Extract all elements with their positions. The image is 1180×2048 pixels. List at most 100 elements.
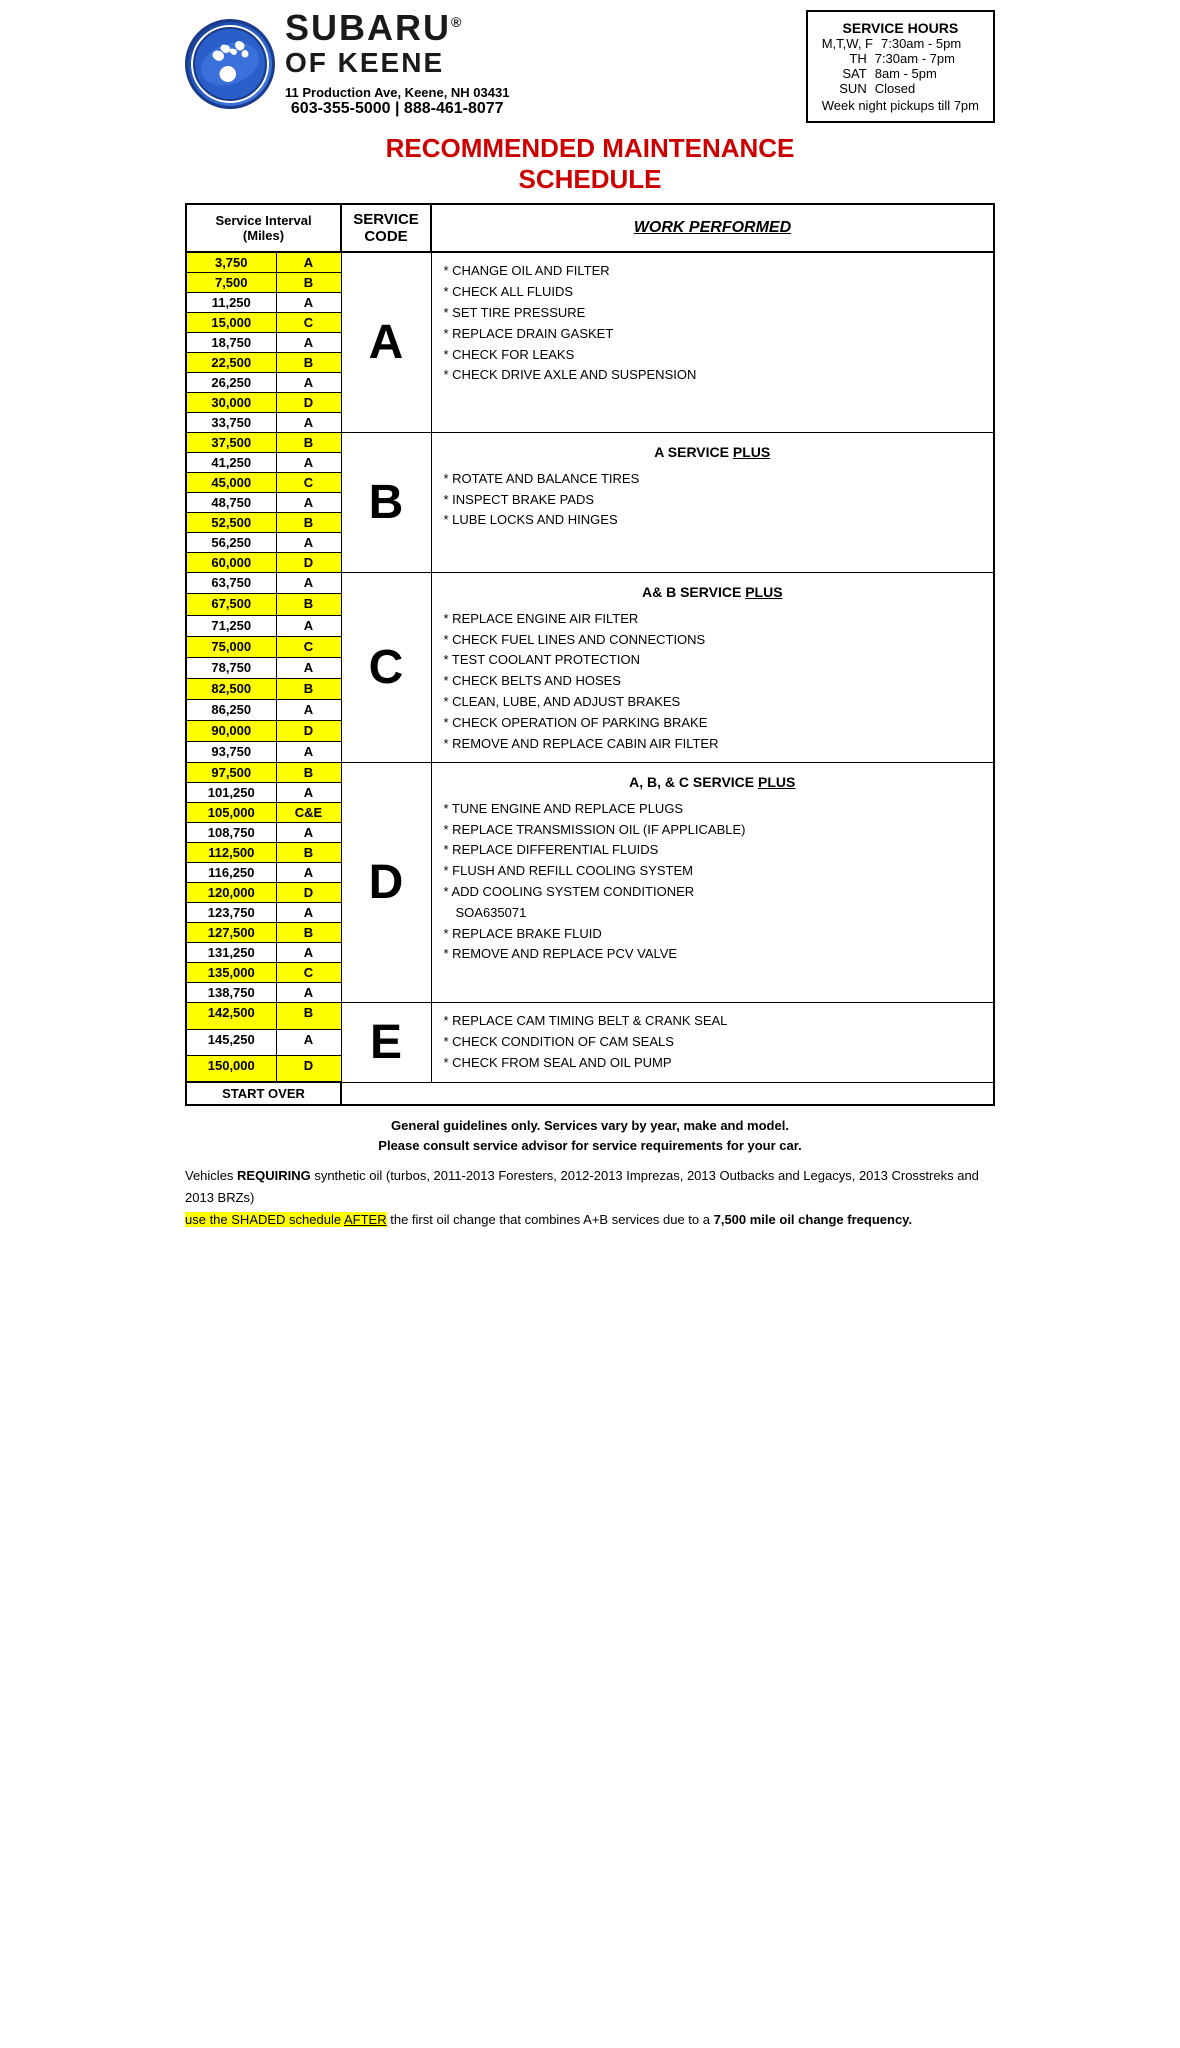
interval-miles: 116,250 — [186, 863, 276, 883]
work-item: * CHECK ALL FLUIDS — [444, 282, 982, 303]
schedule-title: RECOMMENDED MAINTENANCE SCHEDULE — [185, 133, 995, 195]
interval-miles: 52,500 — [186, 513, 276, 533]
work-item: * REMOVE AND REPLACE PCV VALVE — [444, 944, 982, 965]
interval-code: A — [276, 783, 341, 803]
service-letter-A: A — [341, 252, 431, 433]
work-item: * ADD COOLING SYSTEM CONDITIONER — [444, 882, 982, 903]
interval-code: A — [276, 373, 341, 393]
interval-miles: 60,000 — [186, 553, 276, 573]
logo-section: SUBARU® OF KEENE 11 Production Ave, Keen… — [185, 10, 509, 118]
subaru-brand: SUBARU® — [285, 10, 509, 46]
interval-miles: 26,250 — [186, 373, 276, 393]
frequency-bold: 7,500 mile oil change frequency. — [714, 1212, 912, 1227]
interval-code: A — [276, 453, 341, 473]
work-item: * ROTATE AND BALANCE TIRES — [444, 469, 982, 490]
interval-code: A — [276, 1029, 341, 1055]
interval-miles: 108,750 — [186, 823, 276, 843]
service-header-C: A& B SERVICE PLUS — [444, 581, 982, 603]
guideline-line1: General guidelines only. Services vary b… — [391, 1118, 789, 1133]
service-letter-B: B — [341, 433, 431, 573]
interval-code: B — [276, 353, 341, 373]
work-item: * CHECK FUEL LINES AND CONNECTIONS — [444, 630, 982, 651]
page-header: SUBARU® OF KEENE 11 Production Ave, Keen… — [185, 10, 995, 123]
hours-row-th: TH 7:30am - 7pm — [822, 51, 979, 66]
interval-miles: 93,750 — [186, 742, 276, 763]
schedule-title-line1: RECOMMENDED MAINTENANCE — [185, 133, 995, 164]
interval-code: B — [276, 923, 341, 943]
interval-miles: 101,250 — [186, 783, 276, 803]
work-item: * REPLACE CAM TIMING BELT & CRANK SEAL — [444, 1011, 982, 1032]
interval-code: A — [276, 413, 341, 433]
interval-code: A — [276, 573, 341, 594]
interval-miles: 67,500 — [186, 594, 276, 615]
interval-miles: 90,000 — [186, 721, 276, 742]
interval-miles: 11,250 — [186, 293, 276, 313]
interval-code: A — [276, 533, 341, 553]
interval-miles: 142,500 — [186, 1003, 276, 1029]
work-item: * CLEAN, LUBE, AND ADJUST BRAKES — [444, 692, 982, 713]
main-schedule-table: Service Interval(Miles) SERVICECODE WORK… — [185, 203, 995, 1106]
interval-code: B — [276, 273, 341, 293]
interval-code: D — [276, 1055, 341, 1082]
service-letter-C: C — [341, 573, 431, 763]
interval-code: D — [276, 883, 341, 903]
interval-code: D — [276, 553, 341, 573]
work-item: * CHECK BELTS AND HOSES — [444, 671, 982, 692]
work-item-continuation: SOA635071 — [444, 903, 982, 924]
work-item: * CHECK FOR LEAKS — [444, 345, 982, 366]
interval-miles: 82,500 — [186, 678, 276, 699]
interval-code: A — [276, 333, 341, 353]
hours-time-sat: 8am - 5pm — [875, 66, 937, 81]
interval-code: A — [276, 615, 341, 636]
interval-miles: 3,750 — [186, 252, 276, 273]
work-performed-label: WORK PERFORMED — [634, 219, 791, 236]
interval-miles: 37,500 — [186, 433, 276, 453]
work-cell-A: * CHANGE OIL AND FILTER* CHECK ALL FLUID… — [431, 252, 994, 433]
interval-miles: 71,250 — [186, 615, 276, 636]
guideline-text: General guidelines only. Services vary b… — [185, 1116, 995, 1155]
interval-miles: 30,000 — [186, 393, 276, 413]
synthetic-note: Vehicles REQUIRING synthetic oil (turbos… — [185, 1165, 995, 1231]
interval-code: C — [276, 313, 341, 333]
work-item: * REPLACE DRAIN GASKET — [444, 324, 982, 345]
interval-miles: 63,750 — [186, 573, 276, 594]
schedule-title-line2: SCHEDULE — [185, 164, 995, 195]
interval-code: B — [276, 763, 341, 783]
work-item: * CHECK FROM SEAL AND OIL PUMP — [444, 1053, 982, 1074]
interval-miles: 131,250 — [186, 943, 276, 963]
hours-day-sat: SAT — [822, 66, 867, 81]
shaded-highlight: use the SHADED schedule AFTER — [185, 1212, 387, 1227]
interval-code: B — [276, 1003, 341, 1029]
work-item: * REPLACE DIFFERENTIAL FLUIDS — [444, 840, 982, 861]
interval-code: C&E — [276, 803, 341, 823]
hours-time-sun: Closed — [875, 81, 915, 96]
after-underline: AFTER — [344, 1212, 387, 1227]
interval-miles: 45,000 — [186, 473, 276, 493]
interval-miles: 135,000 — [186, 963, 276, 983]
interval-code: A — [276, 657, 341, 678]
work-item: * REPLACE TRANSMISSION OIL (IF APPLICABL… — [444, 820, 982, 841]
interval-code: A — [276, 493, 341, 513]
interval-miles: 48,750 — [186, 493, 276, 513]
interval-code: A — [276, 863, 341, 883]
interval-code: A — [276, 699, 341, 720]
header-interval: Service Interval(Miles) — [191, 213, 336, 243]
interval-miles: 86,250 — [186, 699, 276, 720]
interval-miles: 123,750 — [186, 903, 276, 923]
footer-notes: General guidelines only. Services vary b… — [185, 1116, 995, 1231]
work-item: * TEST COOLANT PROTECTION — [444, 650, 982, 671]
start-over-row: START OVER — [186, 1082, 994, 1105]
interval-code: D — [276, 393, 341, 413]
work-cell-B: A SERVICE PLUS* ROTATE AND BALANCE TIRES… — [431, 433, 994, 573]
interval-miles: 15,000 — [186, 313, 276, 333]
dealership-location: OF KEENE — [285, 46, 509, 80]
work-item: * TUNE ENGINE AND REPLACE PLUGS — [444, 799, 982, 820]
hours-day-sun: SUN — [822, 81, 867, 96]
interval-code: B — [276, 594, 341, 615]
work-item: * REPLACE BRAKE FLUID — [444, 924, 982, 945]
interval-miles: 7,500 — [186, 273, 276, 293]
interval-code: A — [276, 293, 341, 313]
hours-row-sun: SUN Closed — [822, 81, 979, 96]
interval-miles: 127,500 — [186, 923, 276, 943]
service-letter-E: E — [341, 1003, 431, 1082]
